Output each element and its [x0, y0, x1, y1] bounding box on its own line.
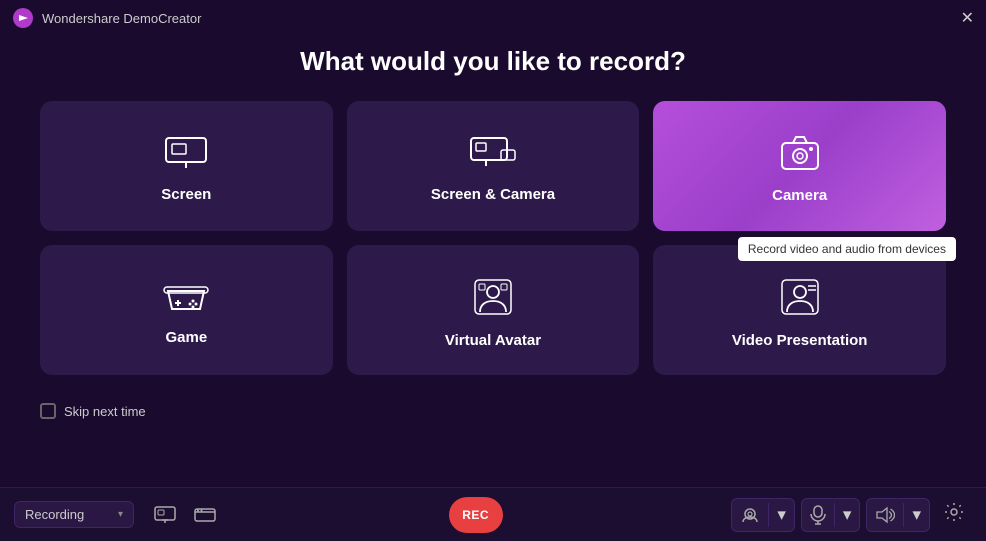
- card-camera-icon: [780, 135, 820, 177]
- card-screen-label: Screen: [161, 186, 211, 203]
- rec-label: REC: [462, 508, 489, 522]
- skip-checkbox[interactable]: [40, 403, 56, 419]
- cards-grid: Screen Screen & Camera Camera Record vid: [40, 101, 946, 375]
- card-virtual-avatar-label: Virtual Avatar: [445, 332, 541, 349]
- dropdown-arrow-icon: ▾: [118, 509, 123, 520]
- card-screen[interactable]: Screen: [40, 101, 333, 231]
- settings-button[interactable]: [936, 496, 972, 533]
- mic-dropdown-arrow: ▾: [843, 505, 852, 525]
- card-game-label: Game: [165, 329, 207, 346]
- card-camera-label: Camera: [772, 187, 827, 204]
- speaker-group: ▾: [866, 498, 930, 532]
- mic-group: ▾: [801, 498, 861, 532]
- toolbar-right: ▾ ▾: [731, 496, 972, 533]
- toolbar-center: REC: [230, 497, 721, 533]
- card-virtual-avatar[interactable]: Virtual Avatar: [347, 245, 640, 375]
- toolbar-left: Recording ▾: [14, 501, 220, 528]
- speaker-dropdown[interactable]: ▾: [904, 499, 929, 531]
- app-title: Wondershare DemoCreator: [42, 11, 201, 26]
- rec-button[interactable]: REC: [449, 497, 503, 533]
- card-virtual-avatar-icon: [473, 278, 513, 322]
- card-screen-camera-label: Screen & Camera: [431, 186, 555, 203]
- webcam-button[interactable]: [732, 500, 768, 530]
- speaker-button[interactable]: [867, 500, 903, 530]
- card-screen-camera-icon: [469, 136, 517, 176]
- webcam-dropdown-arrow: ▾: [777, 505, 786, 525]
- page-title: What would you like to record?: [40, 46, 946, 77]
- webcam-group: ▾: [731, 498, 795, 532]
- webcam-dropdown[interactable]: ▾: [769, 499, 794, 531]
- card-game[interactable]: Game: [40, 245, 333, 375]
- close-button[interactable]: ✕: [961, 8, 974, 28]
- card-screen-camera[interactable]: Screen & Camera: [347, 101, 640, 231]
- card-game-icon: [163, 281, 209, 319]
- mic-dropdown[interactable]: ▾: [835, 499, 860, 531]
- recording-label: Recording: [25, 507, 112, 522]
- card-video-presentation-label: Video Presentation: [732, 332, 868, 349]
- title-bar: Wondershare DemoCreator ✕: [0, 0, 986, 36]
- screen-capture-icon[interactable]: [150, 502, 180, 528]
- skip-label[interactable]: Skip next time: [64, 404, 146, 419]
- card-video-presentation-icon: [780, 278, 820, 322]
- card-screen-icon: [164, 136, 208, 176]
- toolbar-screen-icons: [150, 502, 220, 528]
- speaker-dropdown-arrow: ▾: [912, 505, 921, 525]
- mic-button[interactable]: [802, 499, 834, 531]
- card-video-presentation[interactable]: Video Presentation: [653, 245, 946, 375]
- main-content: What would you like to record? Screen Sc…: [0, 36, 986, 425]
- recording-dropdown[interactable]: Recording ▾: [14, 501, 134, 528]
- title-bar-left: Wondershare DemoCreator: [12, 7, 201, 29]
- bottom-toolbar: Recording ▾: [0, 487, 986, 541]
- window-capture-icon[interactable]: [190, 502, 220, 528]
- card-camera[interactable]: Camera Record video and audio from devic…: [653, 101, 946, 231]
- skip-row: Skip next time: [40, 395, 946, 425]
- app-logo: [12, 7, 34, 29]
